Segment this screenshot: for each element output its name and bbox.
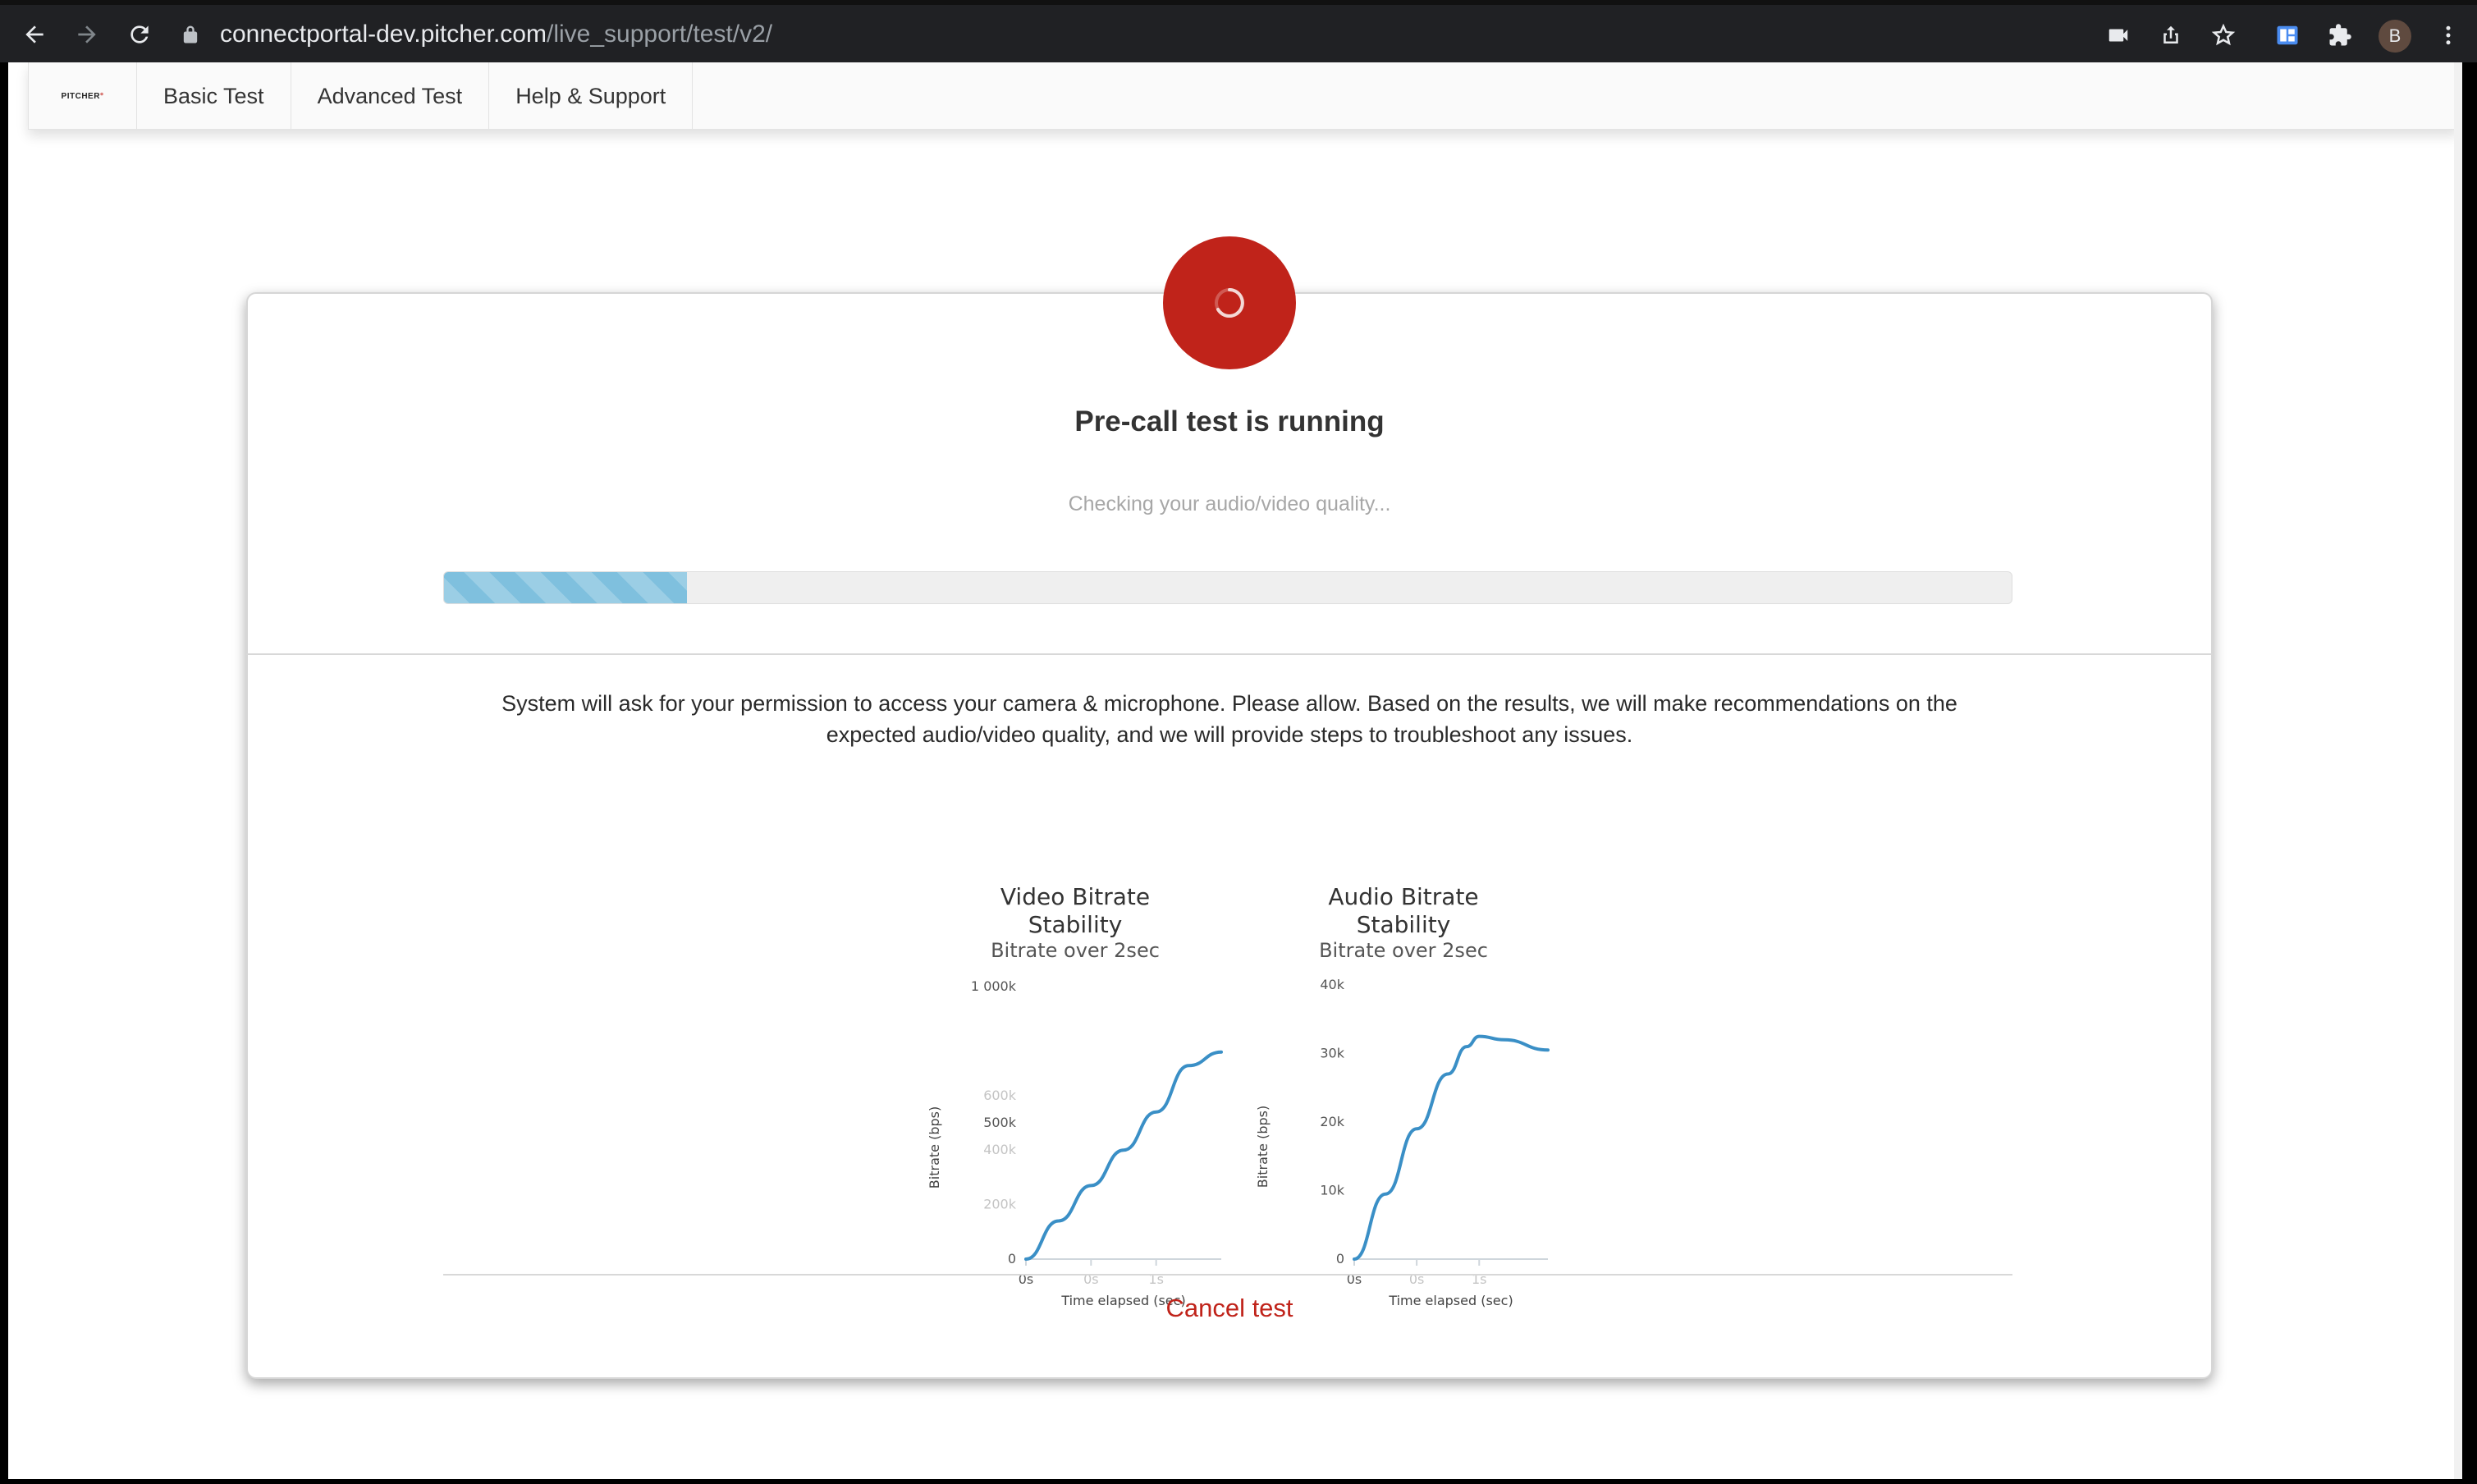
reload-icon[interactable] [121,16,158,53]
permission-info-text: System will ask for your permission to a… [501,691,1957,747]
y-tick-label: 400k [983,1142,1017,1157]
y-tick-label: 600k [983,1088,1017,1103]
camera-icon[interactable] [2103,20,2134,51]
url-path: /live_support/test/v2/ [546,21,773,48]
address-bar[interactable]: connectportal-dev.pitcher.com/live_suppo… [179,13,2067,56]
series-line [1353,1034,1550,1261]
audio-bitrate-chart: 010k20k30k40k0s 0s 1sTime elapsed (sec)Bit… [1255,977,1550,1308]
more-menu-icon[interactable] [2433,20,2464,51]
tab-basic-test[interactable]: Basic Test [137,62,291,130]
y-tick-label: 1 000k [971,978,1017,994]
footer-divider [443,1274,2012,1276]
y-tick-label: 200k [983,1197,1017,1212]
audio-chart-title: Audio Bitrate Stability [1328,883,1479,938]
audio-chart-subtitle: Bitrate over 2sec [1319,939,1488,962]
page-scrollbar[interactable] [2454,62,2462,1479]
progress-fill [444,572,688,603]
extensions-puzzle-icon[interactable] [2324,20,2356,51]
y-tick-label: 500k [983,1115,1017,1130]
profile-avatar[interactable]: B [2379,20,2411,53]
y-tick-label: 0 [1336,1251,1344,1266]
video-chart-title: Video Bitrate Stability [1000,883,1151,938]
cancel-test-button[interactable]: Cancel test [246,1294,2213,1323]
y-tick-label: 30k [1320,1046,1344,1061]
browser-toolbar: connectportal-dev.pitcher.com/live_suppo… [0,0,2477,62]
y-tick-label: 20k [1320,1114,1344,1129]
status-subtitle: Checking your audio/video quality... [1068,492,1391,515]
video-bitrate-chart: 0200k400k500k600k1 000k0s 0s 1sTime elapse… [927,978,1223,1308]
top-navigation: PITCHER ° Basic Test Advanced Test Help &… [28,62,2459,130]
loading-spinner-icon [1215,288,1244,318]
test-progress-bar [443,571,2012,604]
status-indicator [1163,236,1296,369]
page-title: Pre-call test is running [1074,405,1385,437]
section-divider [246,653,2213,655]
series-line [1024,1050,1223,1261]
video-chart-subtitle: Bitrate over 2sec [991,939,1160,962]
logo-text: PITCHER [61,91,100,101]
bookmark-star-icon[interactable] [2208,20,2239,51]
extension-app-icon[interactable] [2272,20,2303,51]
forward-icon[interactable] [69,16,105,53]
y-axis-title: Bitrate (bps) [1255,1106,1271,1188]
pitcher-logo[interactable]: PITCHER ° [29,62,137,130]
y-axis-title: Bitrate (bps) [927,1106,942,1189]
lock-icon [183,25,198,44]
share-icon[interactable] [2155,20,2186,51]
y-tick-label: 10k [1320,1183,1344,1198]
y-tick-label: 40k [1320,977,1344,992]
y-tick-label: 0 [1008,1251,1016,1266]
tab-help-support[interactable]: Help & Support [489,62,694,130]
tab-advanced-test[interactable]: Advanced Test [291,62,490,130]
logo-accent-icon: ° [99,91,104,101]
back-icon[interactable] [16,16,53,53]
url-host: connectportal-dev.pitcher.com [220,21,547,48]
page-viewport: PITCHER ° Basic Test Advanced Test Help &… [8,62,2462,1479]
